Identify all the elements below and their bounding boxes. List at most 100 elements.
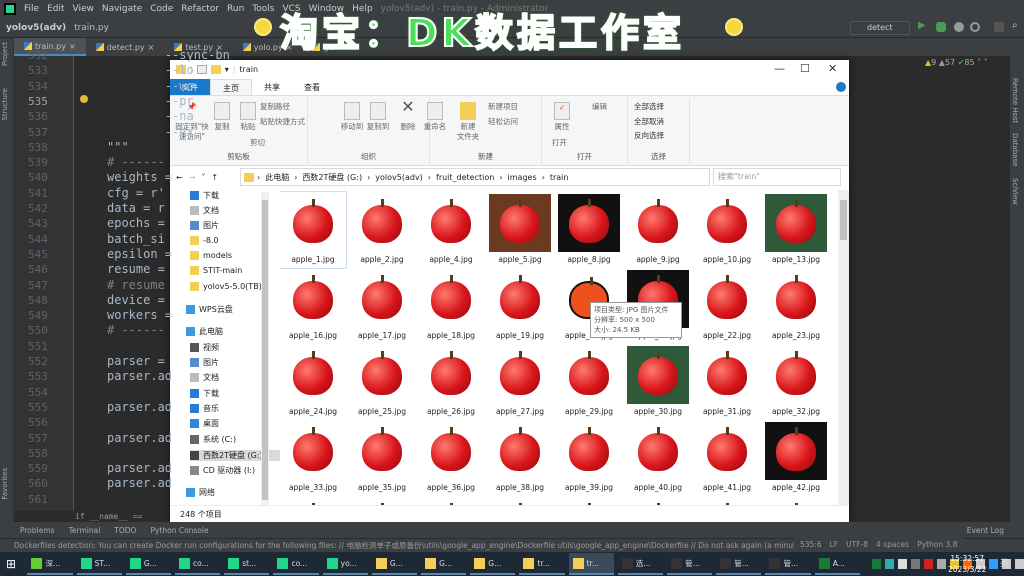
forward-button[interactable]: →: [189, 173, 196, 182]
taskbar-app[interactable]: G...: [470, 553, 516, 575]
nav-item[interactable]: 音乐: [190, 403, 219, 414]
path-separator[interactable]: ›: [257, 173, 260, 182]
file-item[interactable]: apple_31.jpg: [694, 344, 760, 420]
tab-train-py[interactable]: train.py ×: [14, 38, 86, 56]
tray-icon[interactable]: [897, 559, 907, 569]
nav-item[interactable]: -8.0: [190, 236, 219, 245]
file-item[interactable]: [556, 496, 622, 505]
path-segment[interactable]: 西数2T硬盘 (G:): [302, 172, 362, 183]
file-item[interactable]: [487, 496, 553, 505]
favorites-tool-button[interactable]: Favorites: [1, 468, 9, 500]
maximize-button[interactable]: ☐: [800, 62, 810, 75]
database-tool-button[interactable]: Database: [1011, 133, 1019, 166]
file-item[interactable]: [625, 496, 691, 505]
file-item[interactable]: apple_33.jpg: [280, 420, 346, 496]
file-item[interactable]: apple_16.jpg: [280, 268, 346, 344]
file-item[interactable]: apple_42.jpg: [763, 420, 829, 496]
nav-item[interactable]: 此电脑: [186, 326, 223, 337]
lightbulb-icon[interactable]: [80, 95, 88, 103]
nav-item[interactable]: 桌面: [190, 418, 219, 429]
edit-button[interactable]: 编辑: [592, 102, 607, 112]
menu-tools[interactable]: Tools: [252, 4, 274, 14]
taskbar-app[interactable]: ST...: [76, 553, 122, 575]
file-item[interactable]: apple_36.jpg: [418, 420, 484, 496]
file-item[interactable]: [694, 496, 760, 505]
file-item[interactable]: apple_29.jpg: [556, 344, 622, 420]
nav-item[interactable]: 系统 (C:): [190, 434, 236, 445]
nav-item[interactable]: 视频: [190, 342, 219, 353]
file-item[interactable]: apple_9.jpg: [625, 192, 691, 268]
taskbar-app[interactable]: 管...: [667, 553, 713, 575]
new-folder-quick-icon[interactable]: [210, 65, 221, 74]
menu-edit[interactable]: Edit: [47, 4, 64, 14]
file-item[interactable]: apple_23.jpg: [763, 268, 829, 344]
taskbar-app[interactable]: tr...: [568, 553, 614, 575]
invert-selection-button[interactable]: 反向选择: [634, 131, 664, 141]
taskbar-app[interactable]: G...: [125, 553, 172, 575]
path-separator[interactable]: ›: [499, 173, 502, 182]
nav-item[interactable]: 网络: [186, 487, 215, 498]
todo-tab[interactable]: TODO: [114, 526, 136, 535]
nav-scrollbar[interactable]: [261, 192, 269, 505]
tray-icon[interactable]: [910, 559, 920, 569]
path-segment[interactable]: images: [508, 173, 537, 182]
ime-indicator[interactable]: 英: [1000, 556, 1009, 569]
run-config-select[interactable]: detect: [850, 21, 910, 35]
coverage-icon[interactable]: [954, 22, 964, 32]
taskbar-app[interactable]: yo...: [322, 553, 368, 575]
nav-item[interactable]: 图片: [190, 220, 219, 231]
properties-button[interactable]: ✓ 属性: [552, 102, 572, 132]
menu-view[interactable]: View: [73, 4, 94, 14]
caret-position[interactable]: 535:6: [800, 538, 822, 552]
start-button[interactable]: ⊞: [6, 557, 23, 571]
taskbar-app[interactable]: 管...: [765, 553, 811, 575]
move-to-button[interactable]: 移动到: [340, 102, 364, 132]
file-item[interactable]: apple_18.jpg: [418, 268, 484, 344]
event-log-tab[interactable]: Event Log: [967, 526, 1004, 535]
path-segment[interactable]: yolov5(adv): [375, 173, 423, 182]
search-icon[interactable]: ⌕: [1012, 20, 1018, 31]
project-tool-button[interactable]: Project: [1, 42, 9, 66]
tab-view[interactable]: 查看: [292, 79, 332, 95]
file-item[interactable]: apple_4.jpg: [418, 192, 484, 268]
help-icon[interactable]: [836, 82, 846, 92]
menu-navigate[interactable]: Navigate: [102, 4, 142, 14]
sciview-tool-button[interactable]: SciView: [1011, 178, 1019, 205]
file-item[interactable]: apple_38.jpg: [487, 420, 553, 496]
terminal-tab[interactable]: Terminal: [69, 526, 101, 535]
taskbar-app[interactable]: co...: [175, 553, 221, 575]
file-item[interactable]: apple_5.jpg: [487, 192, 553, 268]
copy-path-button[interactable]: 复制路径: [260, 102, 290, 112]
file-item[interactable]: apple_30.jpg: [625, 344, 691, 420]
remote-host-tool-button[interactable]: Remote Host: [1011, 78, 1019, 123]
taskbar-app[interactable]: 选...: [617, 553, 664, 575]
path-separator[interactable]: ›: [294, 173, 297, 182]
tab-home[interactable]: 主页: [210, 79, 252, 95]
encoding[interactable]: UTF-8: [846, 538, 868, 552]
easy-access-button[interactable]: 轻松访问: [488, 117, 518, 127]
file-item[interactable]: [349, 496, 415, 505]
select-all-button[interactable]: 全部选择: [634, 102, 664, 112]
profile-icon[interactable]: [970, 22, 980, 32]
file-item[interactable]: apple_39.jpg: [556, 420, 622, 496]
clock[interactable]: 15:32:57 2023/3/22: [948, 553, 986, 575]
file-item[interactable]: apple_26.jpg: [418, 344, 484, 420]
line-separator[interactable]: LF: [830, 538, 839, 552]
menu-file[interactable]: File: [24, 4, 39, 14]
copy-button[interactable]: 复制: [212, 102, 232, 132]
taskbar-app[interactable]: 深...: [27, 553, 73, 575]
file-item[interactable]: [763, 496, 829, 505]
up-button[interactable]: ↑: [211, 173, 218, 182]
file-item[interactable]: apple_17.jpg: [349, 268, 415, 344]
nav-item[interactable]: 文档: [190, 205, 219, 216]
file-item[interactable]: apple_27.jpg: [487, 344, 553, 420]
path-segment[interactable]: fruit_detection: [436, 173, 494, 182]
menu-refactor[interactable]: Refactor: [181, 4, 219, 14]
breadcrumb-project[interactable]: yolov5(adv): [6, 23, 66, 33]
content-scrollbar[interactable]: [838, 190, 849, 505]
close-button[interactable]: ✕: [828, 62, 837, 75]
menu-run[interactable]: Run: [227, 4, 244, 14]
search-input[interactable]: 搜索"train": [713, 168, 841, 186]
nav-item[interactable]: 下载: [190, 388, 219, 399]
minimize-button[interactable]: —: [774, 62, 785, 75]
